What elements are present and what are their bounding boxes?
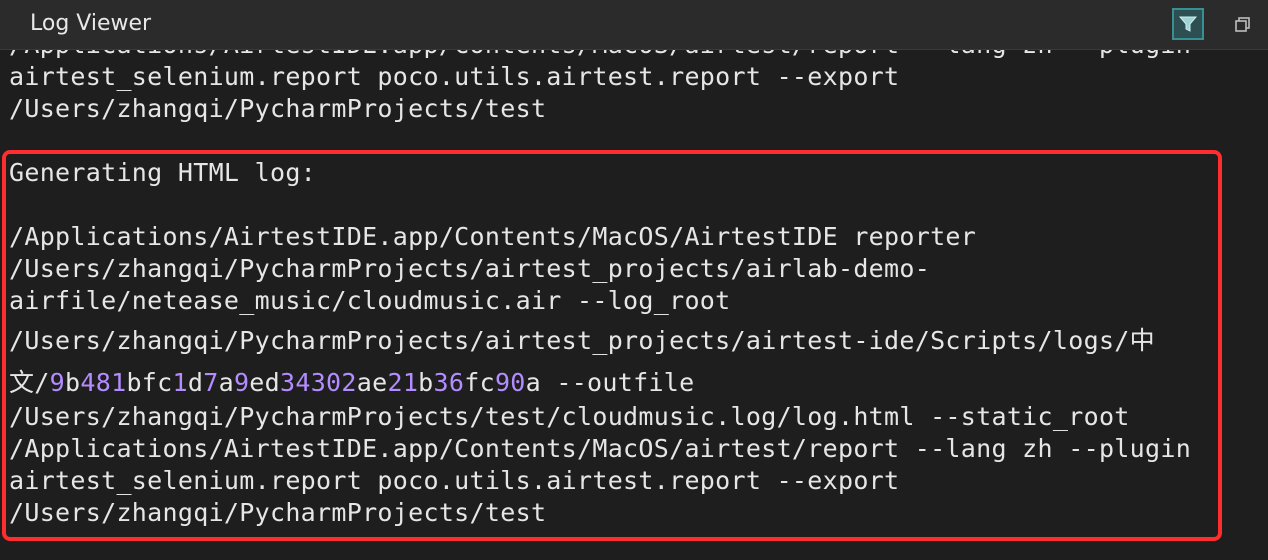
log-line: airtest_selenium.report poco.utils.airte… — [9, 62, 900, 91]
filter-button[interactable] — [1172, 8, 1204, 40]
log-line: /Users/zhangqi/PycharmProjects/test — [9, 498, 547, 527]
log-output-area[interactable]: /Applications/AirtestIDE.app/Contents/Ma… — [0, 36, 1268, 560]
hash-digits: 9 — [49, 368, 66, 397]
hash-digits: 481 — [80, 368, 127, 397]
hash-digits: 7 — [203, 368, 219, 397]
log-line: /Users/zhangqi/PycharmProjects/airtest_p… — [9, 254, 931, 283]
hash-digits: 1 — [172, 368, 188, 397]
log-line: airtest_selenium.report poco.utils.airte… — [9, 466, 900, 495]
log-line: /Users/zhangqi/PycharmProjects/test/clou… — [9, 402, 1130, 431]
hash-digits: 21 — [387, 368, 419, 397]
log-line: /Applications/AirtestIDE.app/Contents/Ma… — [9, 434, 1192, 463]
window-title: Log Viewer — [30, 11, 152, 36]
log-viewer-window: /Applications/AirtestIDE.app/Contents/Ma… — [0, 0, 1268, 560]
filter-funnel-icon — [1178, 16, 1198, 32]
title-bar: Log Viewer — [0, 0, 1268, 50]
hash-digits: 9 — [233, 368, 250, 397]
log-line: /Users/zhangqi/PycharmProjects/airtest_p… — [9, 326, 1155, 355]
log-line: Generating HTML log: — [9, 158, 317, 187]
hash-digits: 90 — [494, 368, 526, 397]
hash-digits: 34302 — [280, 368, 357, 397]
restore-window-button[interactable] — [1234, 16, 1252, 34]
log-line: /Applications/AirtestIDE.app/Contents/Ma… — [9, 222, 977, 251]
restore-window-icon — [1235, 17, 1250, 32]
log-line: 文/9b481bfc1d7a9ed34302ae21b36fc90a --out… — [9, 368, 695, 397]
hash-digits: 36 — [433, 368, 465, 397]
log-line: /Users/zhangqi/PycharmProjects/test — [9, 94, 547, 123]
log-line: airfile/netease_music/cloudmusic.air --l… — [9, 286, 731, 315]
